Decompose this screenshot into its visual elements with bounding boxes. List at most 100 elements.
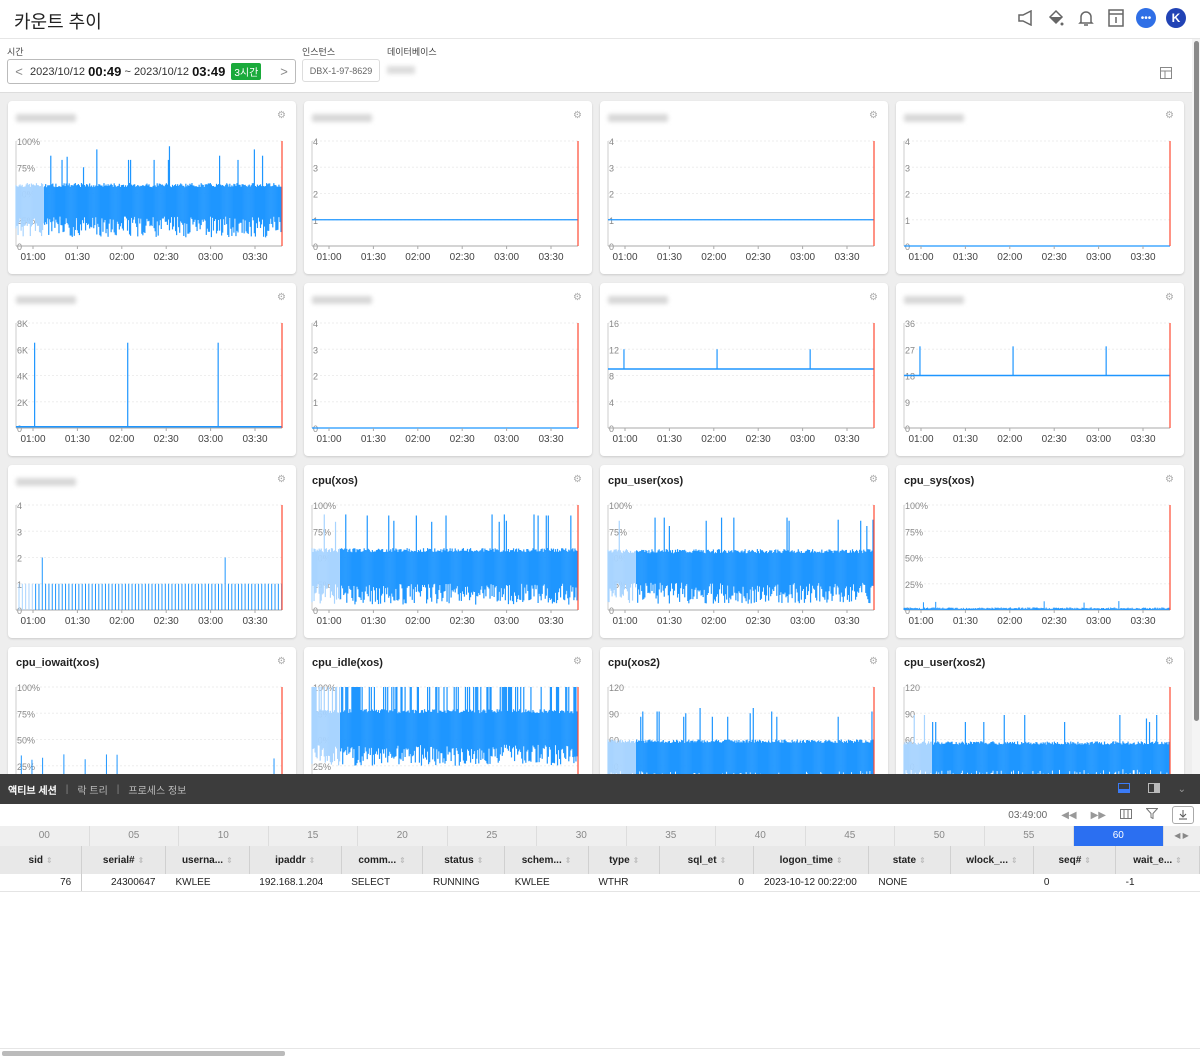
sort-icon[interactable]: ⇕ — [1011, 856, 1018, 865]
timeline-slot[interactable]: 50 — [895, 826, 985, 846]
gear-icon[interactable]: ⚙ — [277, 110, 286, 121]
column-header[interactable]: wlock_... ⇕ — [950, 846, 1035, 874]
timeline-slot[interactable]: 35 — [627, 826, 716, 846]
timeline-slot[interactable]: 15 — [269, 826, 358, 846]
timeline-slot[interactable]: 40 — [716, 826, 806, 846]
table-horizontal-scrollbar[interactable] — [0, 1048, 1200, 1058]
gear-icon[interactable]: ⚙ — [1165, 110, 1174, 121]
x-tick-label: 01:00 — [612, 616, 637, 627]
sort-icon[interactable]: ⇕ — [46, 856, 53, 865]
sort-icon[interactable]: ⇕ — [138, 856, 145, 865]
gear-icon[interactable]: ⚙ — [869, 656, 878, 667]
chart-title — [608, 296, 668, 304]
sort-icon[interactable]: ⇕ — [309, 856, 316, 865]
gear-icon[interactable]: ⚙ — [277, 474, 286, 485]
timeline-slot[interactable]: 25 — [448, 826, 537, 846]
gear-icon[interactable]: ⚙ — [573, 656, 582, 667]
sort-icon[interactable]: ⇕ — [1084, 856, 1091, 865]
sort-icon[interactable]: ⇕ — [720, 856, 727, 865]
tab-active-session[interactable]: 액티브 세션 — [8, 782, 57, 797]
prev-range-button[interactable]: < — [8, 64, 30, 79]
sort-icon[interactable]: ⇕ — [565, 856, 572, 865]
timeline-slot[interactable]: 30 — [537, 826, 627, 846]
timeline-slot[interactable]: 55 — [985, 826, 1074, 846]
columns-icon[interactable] — [1120, 808, 1132, 822]
gear-icon[interactable]: ⚙ — [277, 656, 286, 667]
gear-icon[interactable]: ⚙ — [869, 474, 878, 485]
chart-card: cpu_user(xos)⚙100%75%50%25%001:0001:3002… — [600, 465, 888, 638]
column-header[interactable]: status ⇕ — [422, 846, 506, 874]
y-tick-label: 12 — [609, 345, 619, 355]
table-cell: KWLEE — [504, 874, 589, 892]
column-header[interactable]: type ⇕ — [588, 846, 661, 874]
column-header[interactable]: schem... ⇕ — [504, 846, 589, 874]
timeline-slot[interactable]: 60 — [1074, 826, 1164, 846]
gear-icon[interactable]: ⚙ — [869, 110, 878, 121]
timeline-slot[interactable]: 05 — [90, 826, 179, 846]
y-tick-label: 0 — [905, 242, 910, 252]
rewind-icon[interactable]: ◀◀ — [1061, 810, 1076, 821]
sort-icon[interactable]: ⇕ — [226, 856, 233, 865]
chart-title — [16, 114, 76, 122]
info-book-icon[interactable] — [1106, 8, 1126, 28]
column-header[interactable]: userna... ⇕ — [165, 846, 250, 874]
x-tick-label: 03:00 — [1086, 434, 1111, 445]
gear-icon[interactable]: ⚙ — [573, 292, 582, 303]
column-header[interactable]: wait_e... ⇕ — [1115, 846, 1200, 874]
table-cell: WTHR — [588, 874, 660, 892]
gear-icon[interactable]: ⚙ — [1165, 656, 1174, 667]
paint-bucket-icon[interactable] — [1046, 8, 1066, 28]
sort-icon[interactable]: ⇕ — [633, 856, 640, 865]
time-range-picker[interactable]: < 2023/10/12 00:49 ~ 2023/10/12 03:49 3시… — [7, 59, 296, 84]
column-header[interactable]: logon_time ⇕ — [753, 846, 869, 874]
gear-icon[interactable]: ⚙ — [1165, 292, 1174, 303]
dashboard-scrollbar[interactable] — [1192, 39, 1200, 774]
avatar[interactable]: K — [1166, 8, 1186, 28]
sort-icon[interactable]: ⇕ — [399, 856, 406, 865]
megaphone-icon[interactable] — [1016, 8, 1036, 28]
column-header[interactable]: comm... ⇕ — [341, 846, 424, 874]
x-tick-label: 02:00 — [701, 616, 726, 627]
y-tick-label: 2 — [17, 554, 22, 564]
column-header[interactable]: sid ⇕ — [0, 846, 83, 874]
timeline-nav-arrows[interactable]: ◀ ▶ — [1164, 826, 1200, 846]
sort-icon[interactable]: ⇕ — [836, 856, 843, 865]
top-bar: 카운트 추이 ••• K — [0, 0, 1200, 39]
gear-icon[interactable]: ⚙ — [277, 292, 286, 303]
column-header[interactable]: sql_et ⇕ — [659, 846, 755, 874]
tab-process-info[interactable]: 프로세스 정보 — [128, 782, 186, 797]
fast-forward-icon[interactable]: ▶▶ — [1091, 810, 1106, 821]
timeline-slot[interactable]: 20 — [358, 826, 448, 846]
collapse-chevron-icon[interactable]: ⌄ — [1178, 784, 1186, 795]
gear-icon[interactable]: ⚙ — [573, 474, 582, 485]
timeline-slot[interactable]: 10 — [179, 826, 269, 846]
sort-icon[interactable]: ⇕ — [477, 856, 484, 865]
timeline-slot[interactable]: 00 — [0, 826, 90, 846]
x-tick-label: 03:00 — [790, 252, 815, 263]
chart-title: cpu_user(xos2) — [904, 657, 986, 669]
layout-icon[interactable] — [1160, 66, 1172, 84]
column-header[interactable]: serial# ⇕ — [81, 846, 166, 874]
download-button[interactable] — [1172, 806, 1194, 824]
table-row[interactable]: 76 24300647 KWLEE 192.168.1.204 SELECT RUNNIN… — [0, 874, 1200, 892]
next-range-button[interactable]: > — [273, 64, 295, 79]
column-header[interactable]: ipaddr ⇕ — [249, 846, 342, 874]
chart-plot: 36 27 18 9 001:00 01:30 02:00 02:30 03:00 03:30 — [903, 319, 1171, 445]
filter-icon[interactable] — [1145, 808, 1159, 822]
timeline-slot[interactable]: 45 — [806, 826, 895, 846]
dock-right-icon[interactable] — [1147, 783, 1160, 796]
gear-icon[interactable]: ⚙ — [869, 292, 878, 303]
dock-bottom-icon[interactable] — [1117, 783, 1130, 796]
sort-icon[interactable]: ⇕ — [919, 856, 926, 865]
database-select[interactable] — [387, 66, 415, 74]
chat-icon[interactable]: ••• — [1136, 8, 1156, 28]
bell-icon[interactable] — [1076, 8, 1096, 28]
column-header[interactable]: seq# ⇕ — [1033, 846, 1117, 874]
tab-lock-tree[interactable]: 락 트리 — [77, 782, 107, 797]
sort-icon[interactable]: ⇕ — [1175, 856, 1182, 865]
gear-icon[interactable]: ⚙ — [573, 110, 582, 121]
instance-select[interactable]: DBX-1-97-8629 — [302, 59, 380, 82]
x-tick-label: 03:30 — [834, 616, 859, 627]
gear-icon[interactable]: ⚙ — [1165, 474, 1174, 485]
column-header[interactable]: state ⇕ — [868, 846, 951, 874]
